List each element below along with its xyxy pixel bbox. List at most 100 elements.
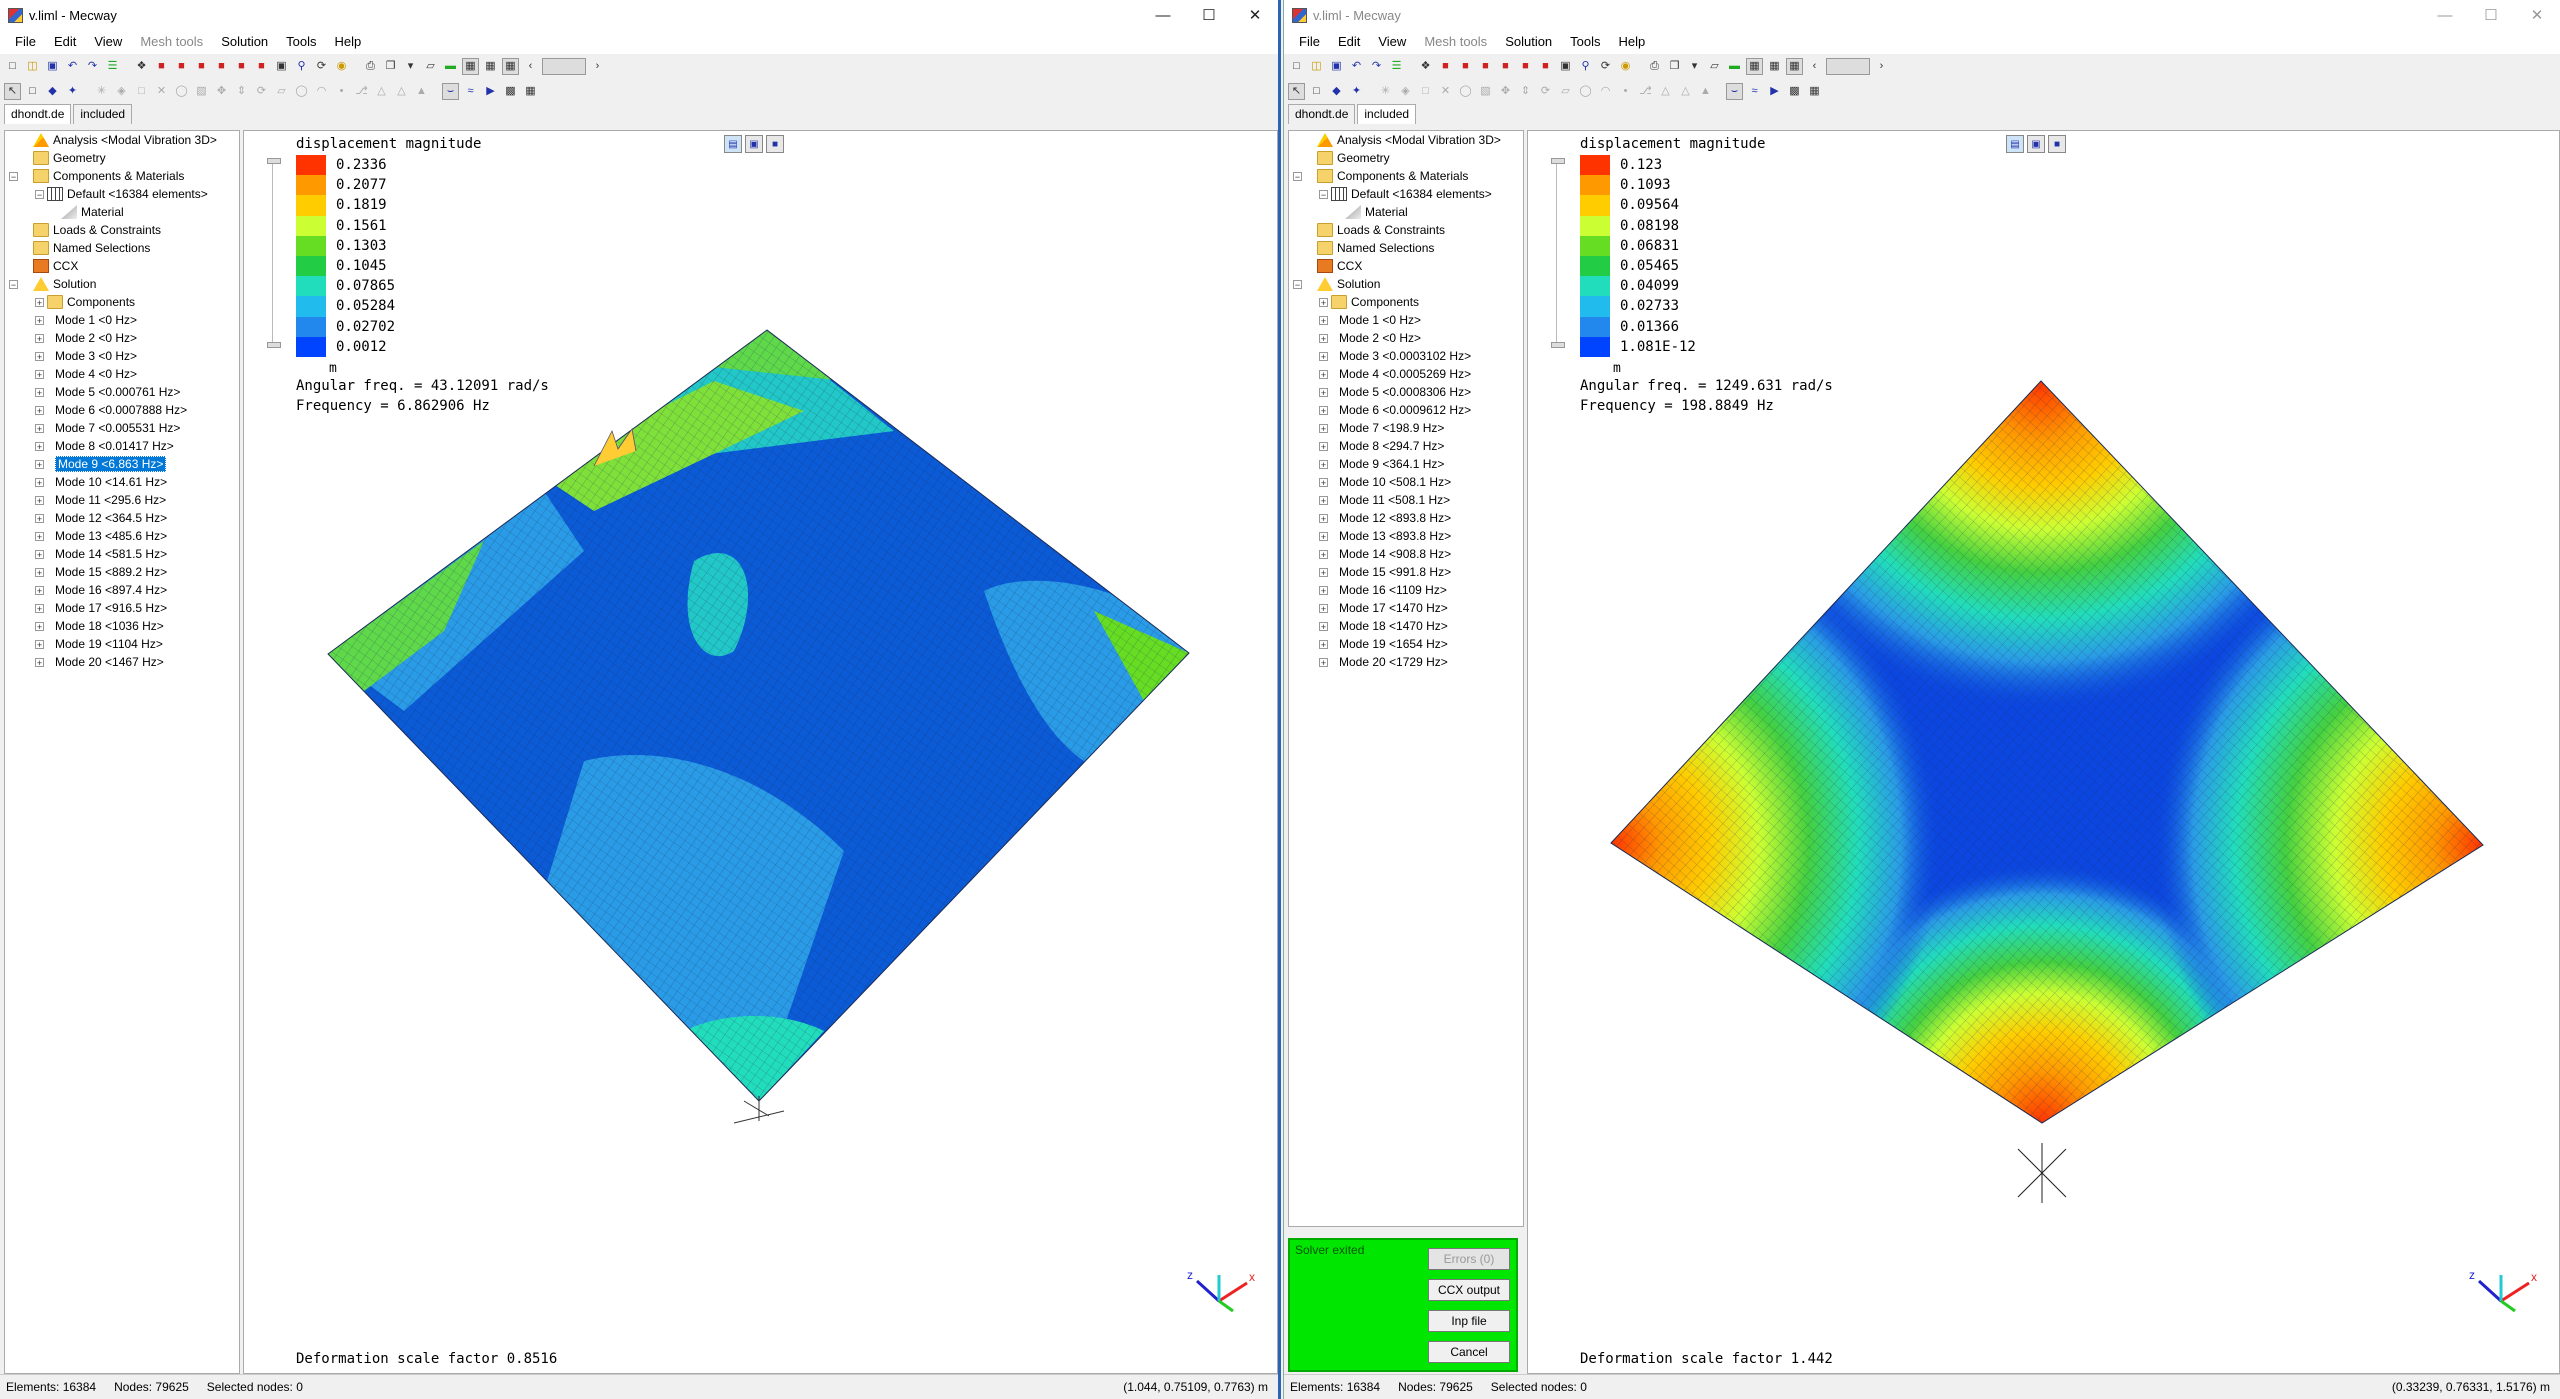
shade-icon[interactable]: ▬ <box>442 58 459 75</box>
contour-icon[interactable]: ≈ <box>462 83 479 100</box>
select-element-icon[interactable]: ◆ <box>44 83 61 100</box>
expand-icon[interactable]: + <box>1319 459 1328 469</box>
menu-edit[interactable]: Edit <box>45 30 85 54</box>
tree-mode-item[interactable]: + Mode 19 <1654 Hz> <box>1289 635 1523 653</box>
tree-material[interactable]: Material <box>5 203 239 221</box>
tet-icon[interactable]: ▲ <box>413 83 430 100</box>
tie-icon[interactable]: ⎇ <box>1637 83 1654 100</box>
tree-mode-item[interactable]: + Mode 6 <0.0007888 Hz> <box>5 401 239 419</box>
view-back-icon[interactable]: ■ <box>173 58 190 75</box>
expand-icon[interactable]: + <box>1319 495 1328 505</box>
solve-icon[interactable]: ☰ <box>104 58 121 75</box>
tree-components-materials[interactable]: − Components & Materials <box>1289 167 1523 185</box>
tree-mode-item[interactable]: + Mode 15 <991.8 Hz> <box>1289 563 1523 581</box>
expand-icon[interactable]: + <box>1319 315 1328 325</box>
tree-mode-item[interactable]: + Mode 6 <0.0009612 Hz> <box>1289 401 1523 419</box>
close-icon[interactable]: ✕ <box>1232 0 1278 30</box>
tree-solution-components[interactable]: + Components <box>1289 293 1523 311</box>
right-viewport[interactable]: ▤ ▣ ■ displacement magnitude 0.123 0.1093… <box>1527 130 2560 1374</box>
expand-icon[interactable]: + <box>1319 639 1328 649</box>
expand-icon[interactable]: + <box>35 639 44 649</box>
expand-icon[interactable]: + <box>1319 657 1328 667</box>
rotate-mesh-icon[interactable]: ⟳ <box>1537 83 1554 100</box>
tree-mode-item[interactable]: + Mode 5 <0.000761 Hz> <box>5 383 239 401</box>
inp-file-button[interactable]: Inp file <box>1428 1310 1510 1332</box>
menu-file[interactable]: File <box>6 30 45 54</box>
mirror-icon[interactable]: ⇕ <box>1517 83 1534 100</box>
rotate-icon[interactable]: ⟳ <box>313 58 330 75</box>
select-box-icon[interactable]: □ <box>1308 83 1325 100</box>
tree-default-component[interactable]: − Default <16384 elements> <box>5 185 239 203</box>
tree-mode-item[interactable]: + Mode 17 <1470 Hz> <box>1289 599 1523 617</box>
tree-components-materials[interactable]: − Components & Materials <box>5 167 239 185</box>
tree-mode-item[interactable]: + Mode 7 <0.005531 Hz> <box>5 419 239 437</box>
tree-solution[interactable]: − Solution <box>5 275 239 293</box>
tree-default-component[interactable]: − Default <16384 elements> <box>1289 185 1523 203</box>
expand-icon[interactable]: + <box>1319 477 1328 487</box>
menu-solution[interactable]: Solution <box>1496 30 1561 54</box>
tree-ccx[interactable]: CCX <box>1289 257 1523 275</box>
refine-icon[interactable]: □ <box>1417 83 1434 100</box>
scroll-left-icon[interactable]: ‹ <box>1806 58 1823 75</box>
collapse-icon[interactable]: − <box>1319 189 1328 199</box>
convert-icon[interactable]: △ <box>373 83 390 100</box>
view-icon[interactable]: ❖ <box>1417 58 1434 75</box>
tree-mode-item[interactable]: + Mode 9 <364.1 Hz> <box>1289 455 1523 473</box>
pan-icon[interactable]: ◉ <box>1617 58 1634 75</box>
view-right-icon[interactable]: ■ <box>213 58 230 75</box>
scale-icon[interactable]: ▱ <box>1557 83 1574 100</box>
deformed-icon[interactable]: ⌣ <box>1726 83 1743 100</box>
tree-material[interactable]: Material <box>1289 203 1523 221</box>
tree-mode-item[interactable]: + Mode 8 <0.01417 Hz> <box>5 437 239 455</box>
tab-dhondt[interactable]: dhondt.de <box>1288 104 1356 124</box>
extrude-icon[interactable]: ◈ <box>113 83 130 100</box>
expand-icon[interactable]: + <box>35 297 44 307</box>
menu-tools[interactable]: Tools <box>1561 30 1609 54</box>
wireframe-icon[interactable]: ▦ <box>462 58 479 75</box>
tree-mode-item[interactable]: + Mode 16 <897.4 Hz> <box>5 581 239 599</box>
expand-icon[interactable]: + <box>35 567 44 577</box>
move-icon[interactable]: ✥ <box>213 83 230 100</box>
tree-mode-item[interactable]: + Mode 7 <198.9 Hz> <box>1289 419 1523 437</box>
solve-icon[interactable]: ☰ <box>1388 58 1405 75</box>
expand-icon[interactable]: + <box>1319 387 1328 397</box>
zoom-fit-icon[interactable]: ▣ <box>273 58 290 75</box>
menu-mesh-tools[interactable]: Mesh tools <box>1415 30 1496 54</box>
collapse-icon[interactable]: − <box>9 279 18 289</box>
minimize-icon[interactable]: — <box>1140 0 1186 30</box>
pan-icon[interactable]: ◉ <box>333 58 350 75</box>
select-arrow-icon[interactable]: ↖ <box>1288 83 1305 100</box>
menu-solution[interactable]: Solution <box>212 30 277 54</box>
undo-icon[interactable]: ↶ <box>64 58 81 75</box>
legend-icon[interactable]: ▩ <box>1786 83 1803 100</box>
grid-icon[interactable]: ▦ <box>1786 58 1803 75</box>
expand-icon[interactable]: + <box>1319 531 1328 541</box>
delete-icon[interactable]: ✕ <box>1437 83 1454 100</box>
select-node-icon[interactable]: ✦ <box>64 83 81 100</box>
mesh-display-icon[interactable]: ▦ <box>482 58 499 75</box>
tie-icon[interactable]: ⎇ <box>353 83 370 100</box>
view-back-icon[interactable]: ■ <box>1457 58 1474 75</box>
expand-icon[interactable]: + <box>1319 351 1328 361</box>
view-icon[interactable]: ❖ <box>133 58 150 75</box>
tree-mode-item[interactable]: + Mode 12 <893.8 Hz> <box>1289 509 1523 527</box>
tet-icon[interactable]: ▲ <box>1697 83 1714 100</box>
scroll-left-icon[interactable]: ‹ <box>522 58 539 75</box>
contour-icon[interactable]: ≈ <box>1746 83 1763 100</box>
tree-analysis[interactable]: Analysis <Modal Vibration 3D> <box>1289 131 1523 149</box>
tree-mode-item[interactable]: + Mode 15 <889.2 Hz> <box>5 563 239 581</box>
tree-mode-item[interactable]: + Mode 18 <1036 Hz> <box>5 617 239 635</box>
new-file-icon[interactable]: □ <box>1288 58 1305 75</box>
scroll-right-icon[interactable]: › <box>589 58 606 75</box>
expand-icon[interactable]: + <box>35 423 44 433</box>
left-viewport[interactable]: ▤ ▣ ■ displacement magnitude 0.2336 0.207… <box>243 130 1278 1374</box>
tree-mode-item[interactable]: + Mode 12 <364.5 Hz> <box>5 509 239 527</box>
expand-icon[interactable]: + <box>35 405 44 415</box>
view-bottom-icon[interactable]: ■ <box>253 58 270 75</box>
zoom-fit-icon[interactable]: ▣ <box>1557 58 1574 75</box>
tab-included[interactable]: included <box>73 104 133 124</box>
tree-mode-item[interactable]: + Mode 20 <1729 Hz> <box>1289 653 1523 671</box>
copy-image-icon[interactable]: ❐ <box>1666 58 1683 75</box>
tree-geometry[interactable]: Geometry <box>1289 149 1523 167</box>
tree-mode-item[interactable]: + Mode 14 <908.8 Hz> <box>1289 545 1523 563</box>
